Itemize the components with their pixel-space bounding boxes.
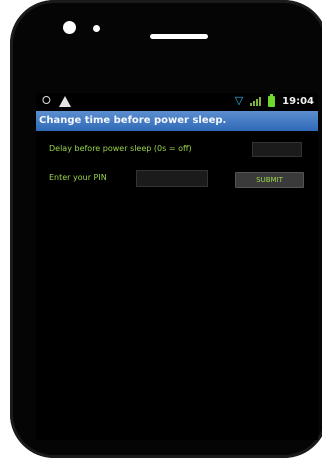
app-title: Change time before power sleep. [39,115,227,126]
status-time: 19:04 [282,95,314,107]
form-content: Delay before power sleep (0s = off) Ente… [36,131,318,440]
speaker-grille [150,34,208,39]
front-camera-icon [63,21,76,34]
pin-input[interactable] [136,170,208,187]
wifi-icon: ▽ [234,94,244,107]
signal-icon [250,96,262,106]
status-bar: ⭘ ▽ 19:04 [36,93,318,111]
usb-icon: ⭘ [42,94,51,107]
submit-button[interactable]: SUBMIT [235,172,304,188]
battery-icon [268,93,276,107]
device-screen: ⭘ ▽ 19:04 Change time before power sleep… [36,93,318,440]
delay-label: Delay before power sleep (0s = off) [49,144,192,153]
warning-icon [58,95,71,107]
delay-input[interactable] [252,142,302,157]
pin-label: Enter your PIN [49,173,107,182]
sensor-icon [93,25,100,32]
app-title-bar: Change time before power sleep. [36,111,318,131]
